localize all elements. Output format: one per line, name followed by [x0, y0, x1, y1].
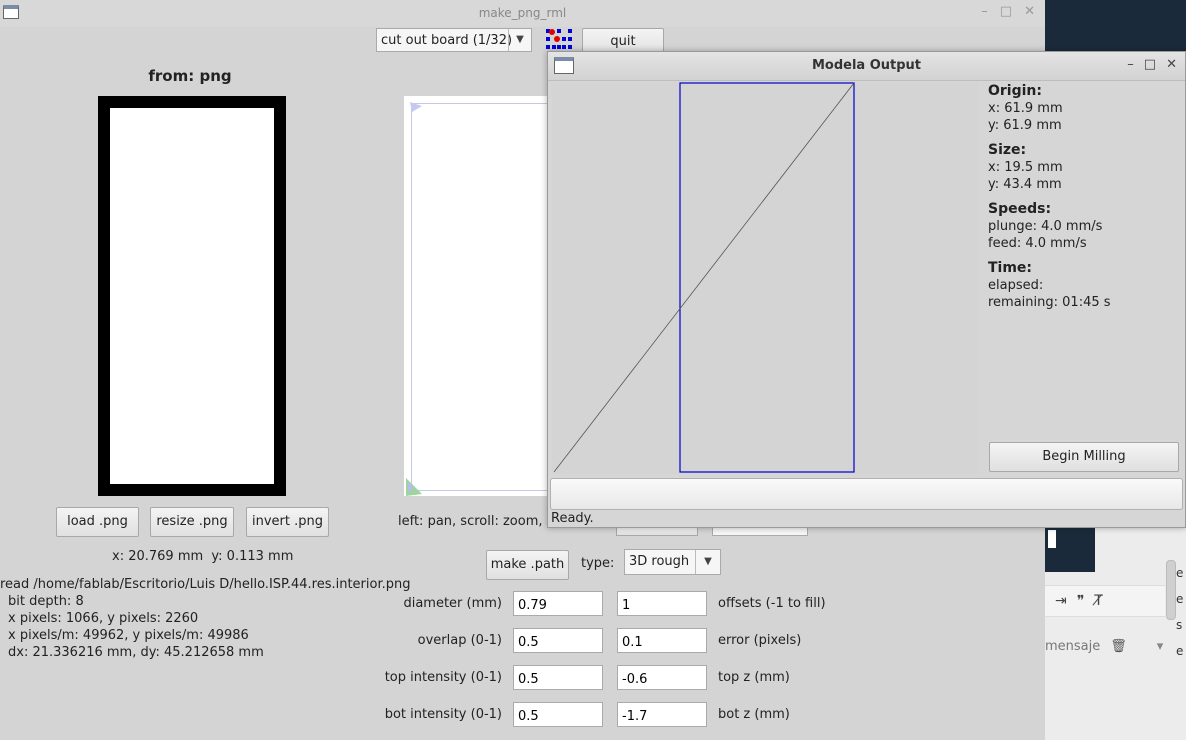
pixel-count: x pixels: 1066, y pixels: 2260 [8, 611, 199, 626]
background-format-toolbar: ⇥ ❞ T̸ [1045, 585, 1165, 617]
machine-select-value: cut out board (1/32) [381, 33, 513, 48]
window-title: make_png_rml [478, 6, 567, 20]
type-label: type: [581, 556, 615, 571]
file-info: read /home/fablab/Escritorio/Luis D/hell… [0, 576, 411, 661]
remaining-time: remaining: 01:45 s [988, 295, 1111, 310]
modela-info: Origin: x: 61.9 mm y: 61.9 mm Size: x: 1… [988, 83, 1111, 311]
background-letters: e e s e [1176, 560, 1186, 664]
modela-titlebar[interactable]: Modela Output – □ ✕ [548, 52, 1185, 81]
resize-png-button[interactable]: resize .png [150, 507, 234, 537]
origin-y: y: 61.9 mm [988, 118, 1062, 133]
time-heading: Time: [988, 260, 1033, 276]
type-select[interactable]: 3D rough ▼ [624, 549, 721, 575]
hidden-select-edge[interactable] [712, 528, 808, 536]
toolpath-drawing [553, 82, 855, 473]
origin-heading: Origin: [988, 83, 1042, 99]
top-z-label: top z (mm) [718, 670, 790, 685]
top-z-input[interactable] [617, 665, 707, 690]
png-preview [98, 96, 286, 496]
overlap-input[interactable] [513, 628, 603, 653]
main-titlebar[interactable]: make_png_rml – □ ✕ [0, 0, 1045, 27]
minimize-icon[interactable]: – [1127, 57, 1134, 72]
chevron-down-icon[interactable]: ▾ [1157, 639, 1164, 654]
invert-png-button[interactable]: invert .png [246, 507, 329, 537]
status-text: Ready. [551, 511, 594, 526]
begin-milling-button[interactable]: Begin Milling [989, 442, 1179, 472]
diameter-label: diameter (mm) [403, 596, 502, 611]
plunge-speed: plunge: 4.0 mm/s [988, 219, 1103, 234]
background-scrollbar[interactable] [1166, 560, 1176, 620]
background-letter: s [1176, 618, 1183, 632]
path-preview[interactable] [404, 96, 553, 496]
indent-icon[interactable]: ⇥ [1055, 593, 1067, 609]
toolpath-travel-line [553, 82, 855, 473]
bot-intensity-label: bot intensity (0-1) [384, 707, 502, 722]
origin-x: x: 61.9 mm [988, 101, 1063, 116]
chevron-down-icon[interactable]: ▼ [695, 550, 720, 574]
bot-z-input[interactable] [617, 702, 707, 727]
cursor-coords: x: 20.769 mm y: 0.113 mm [112, 549, 294, 564]
feed-speed: feed: 4.0 mm/s [988, 236, 1087, 251]
load-png-button[interactable]: load .png [56, 507, 139, 537]
png-panel-title: from: png [148, 67, 232, 85]
diameter-input[interactable] [513, 591, 603, 616]
trash-icon[interactable]: 🗑 [1110, 639, 1127, 654]
axis-markers [406, 102, 422, 496]
bot-intensity-input[interactable] [513, 702, 603, 727]
quote-icon[interactable]: ❞ [1077, 593, 1085, 609]
fab-logo-icon [546, 27, 572, 51]
clear-format-icon[interactable]: T̸ [1094, 593, 1103, 609]
size-x: x: 19.5 mm [988, 160, 1063, 175]
bot-z-label: bot z (mm) [718, 707, 790, 722]
overlap-label: overlap (0-1) [417, 633, 502, 648]
hidden-button-edge[interactable] [616, 528, 698, 536]
modela-output-window: Modela Output – □ ✕ Origin: x: 61.9 mm y… [547, 51, 1186, 528]
chevron-down-icon[interactable]: ▼ [508, 29, 531, 51]
top-intensity-input[interactable] [513, 665, 603, 690]
progress-bar [550, 478, 1183, 510]
toolpath-canvas [552, 82, 978, 474]
size-y: y: 43.4 mm [988, 177, 1062, 192]
type-select-value: 3D rough [629, 554, 690, 569]
top-intensity-label: top intensity (0-1) [384, 670, 502, 685]
toolpath-outline [679, 82, 855, 473]
close-icon[interactable]: ✕ [1166, 57, 1177, 72]
bit-depth: bit depth: 8 [8, 594, 84, 609]
modela-title: Modela Output [811, 58, 922, 73]
background-message-bar: mensaje 🗑 ▾ [1045, 630, 1186, 662]
offsets-input[interactable] [617, 591, 707, 616]
machine-select[interactable]: cut out board (1/32) ▼ [376, 28, 532, 52]
background-message-text: mensaje [1045, 638, 1101, 654]
dimensions: dx: 21.336216 mm, dy: 45.212658 mm [8, 645, 264, 660]
background-letter: e [1176, 592, 1184, 606]
pixels-per-meter: x pixels/m: 49962, y pixels/m: 49986 [8, 628, 249, 643]
background-letter: e [1176, 566, 1184, 580]
background-letter: e [1176, 644, 1184, 658]
elapsed-time: elapsed: [988, 278, 1044, 293]
maximize-icon[interactable]: □ [1144, 57, 1156, 72]
offsets-label: offsets (-1 to fill) [718, 596, 826, 611]
maximize-icon[interactable]: □ [1000, 4, 1012, 19]
make-path-button[interactable]: make .path [486, 550, 569, 580]
close-icon[interactable]: ✕ [1024, 4, 1035, 19]
error-input[interactable] [617, 628, 707, 653]
size-heading: Size: [988, 142, 1027, 158]
speeds-heading: Speeds: [988, 201, 1052, 217]
file-path: read /home/fablab/Escritorio/Luis D/hell… [0, 577, 411, 592]
view-hint: left: pan, scroll: zoom, rig [398, 514, 564, 529]
png-preview-content [110, 108, 274, 484]
error-label: error (pixels) [718, 633, 802, 648]
minimize-icon[interactable]: – [981, 4, 988, 19]
